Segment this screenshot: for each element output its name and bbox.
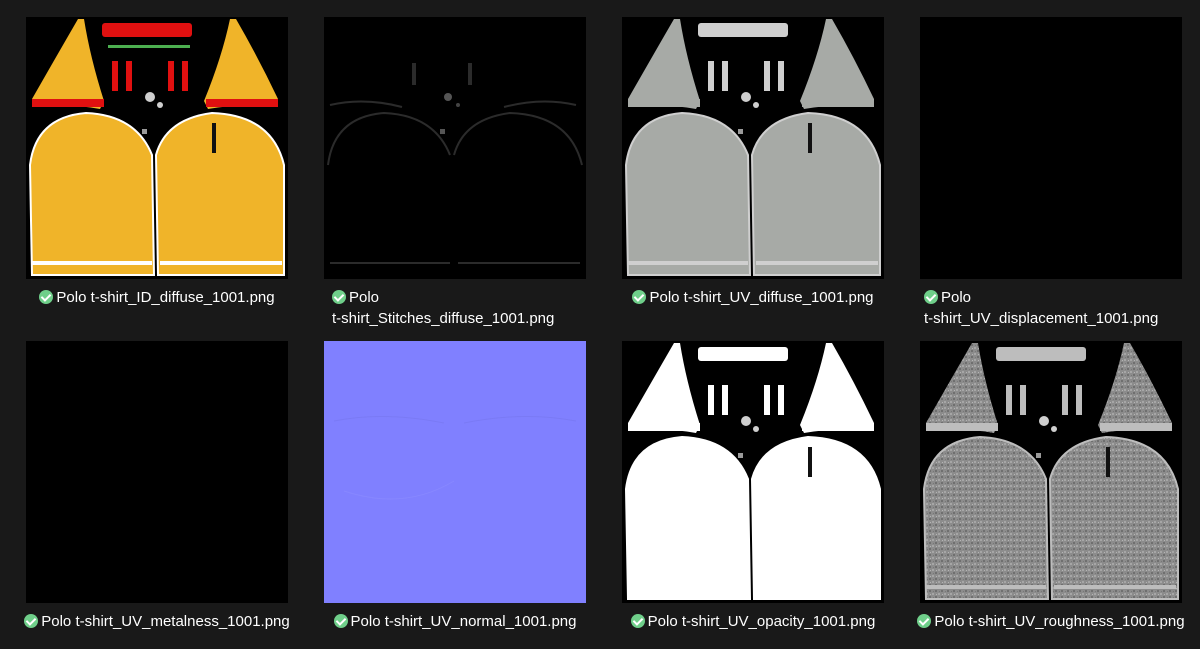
file-caption[interactable]: Polo t-shirt_ID_diffuse_1001.png [0,287,328,308]
synced-check-icon [39,290,54,304]
texture-preview-image [26,17,288,279]
file-tile[interactable]: Polo t-shirt_Stitches_diffuse_1001.png [324,17,622,342]
file-grid: Polo t-shirt_ID_diffuse_1001.png Polo t-s… [0,0,1200,649]
file-name-line1: Polo t-shirt_UV_roughness_1001.png [934,613,1185,630]
synced-check-icon [630,614,645,628]
file-name-line2: t-shirt_UV_displacement_1001.png [924,310,1159,327]
file-name-line1: Polo t-shirt_UV_metalness_1001.png [41,613,290,630]
file-name-line1: Polo [941,289,972,306]
file-tile[interactable]: Polo t-shirt_UV_diffuse_1001.png [622,17,920,342]
texture-preview-image [324,341,586,603]
texture-preview-image [920,341,1182,603]
thumbnail-uv-metalness[interactable] [26,341,288,603]
texture-preview-image [324,17,586,279]
file-name-line1: Polo t-shirt_UV_normal_1001.png [350,613,577,630]
file-caption[interactable]: Polo t-shirt_UV_normal_1001.png [284,611,626,632]
file-caption[interactable]: Polo t-shirt_UV_opacity_1001.png [582,611,924,632]
file-caption[interactable]: Polo t-shirt_UV_diffuse_1001.png [582,287,924,308]
thumbnail-uv-diffuse[interactable] [622,17,884,279]
file-tile[interactable]: Polo t-shirt_UV_opacity_1001.png [622,341,920,649]
file-name-line1: Polo [349,289,380,306]
synced-check-icon [333,614,348,628]
thumbnail-uv-roughness[interactable] [920,341,1182,603]
file-tile[interactable]: Polo t-shirt_UV_metalness_1001.png [24,341,324,649]
file-name-line1: Polo t-shirt_UV_diffuse_1001.png [649,289,874,306]
thumbnail-uv-opacity[interactable] [622,341,884,603]
thumbnail-uv-normal[interactable] [324,341,586,603]
texture-preview-image [26,341,288,603]
texture-preview-image [622,341,884,603]
file-name-line2: t-shirt_Stitches_diffuse_1001.png [332,310,555,327]
synced-check-icon [24,614,39,628]
synced-check-icon [332,290,346,304]
file-name-line1: Polo t-shirt_UV_opacity_1001.png [647,613,876,630]
file-tile[interactable]: Polo t-shirt_ID_diffuse_1001.png [26,17,324,342]
texture-preview-image [920,17,1182,279]
thumbnail-stitches-diffuse[interactable] [324,17,586,279]
file-caption[interactable]: Polo t-shirt_UV_roughness_1001.png [880,611,1200,632]
texture-preview-image [622,17,884,279]
thumbnail-uv-displacement[interactable] [920,17,1182,279]
file-tile[interactable]: Polo t-shirt_UV_roughness_1001.png [917,341,1200,649]
synced-check-icon [917,614,932,628]
thumbnail-id-diffuse[interactable] [26,17,288,279]
file-caption[interactable]: Polo t-shirt_UV_metalness_1001.png [0,611,328,632]
synced-check-icon [632,290,647,304]
file-tile[interactable]: Polo t-shirt_UV_displacement_1001.png [920,17,1200,342]
file-caption[interactable]: Polo t-shirt_UV_displacement_1001.png [924,287,1194,329]
file-name-line1: Polo t-shirt_ID_diffuse_1001.png [56,289,275,306]
file-tile[interactable]: Polo t-shirt_UV_normal_1001.png [324,341,622,649]
synced-check-icon [924,290,938,304]
